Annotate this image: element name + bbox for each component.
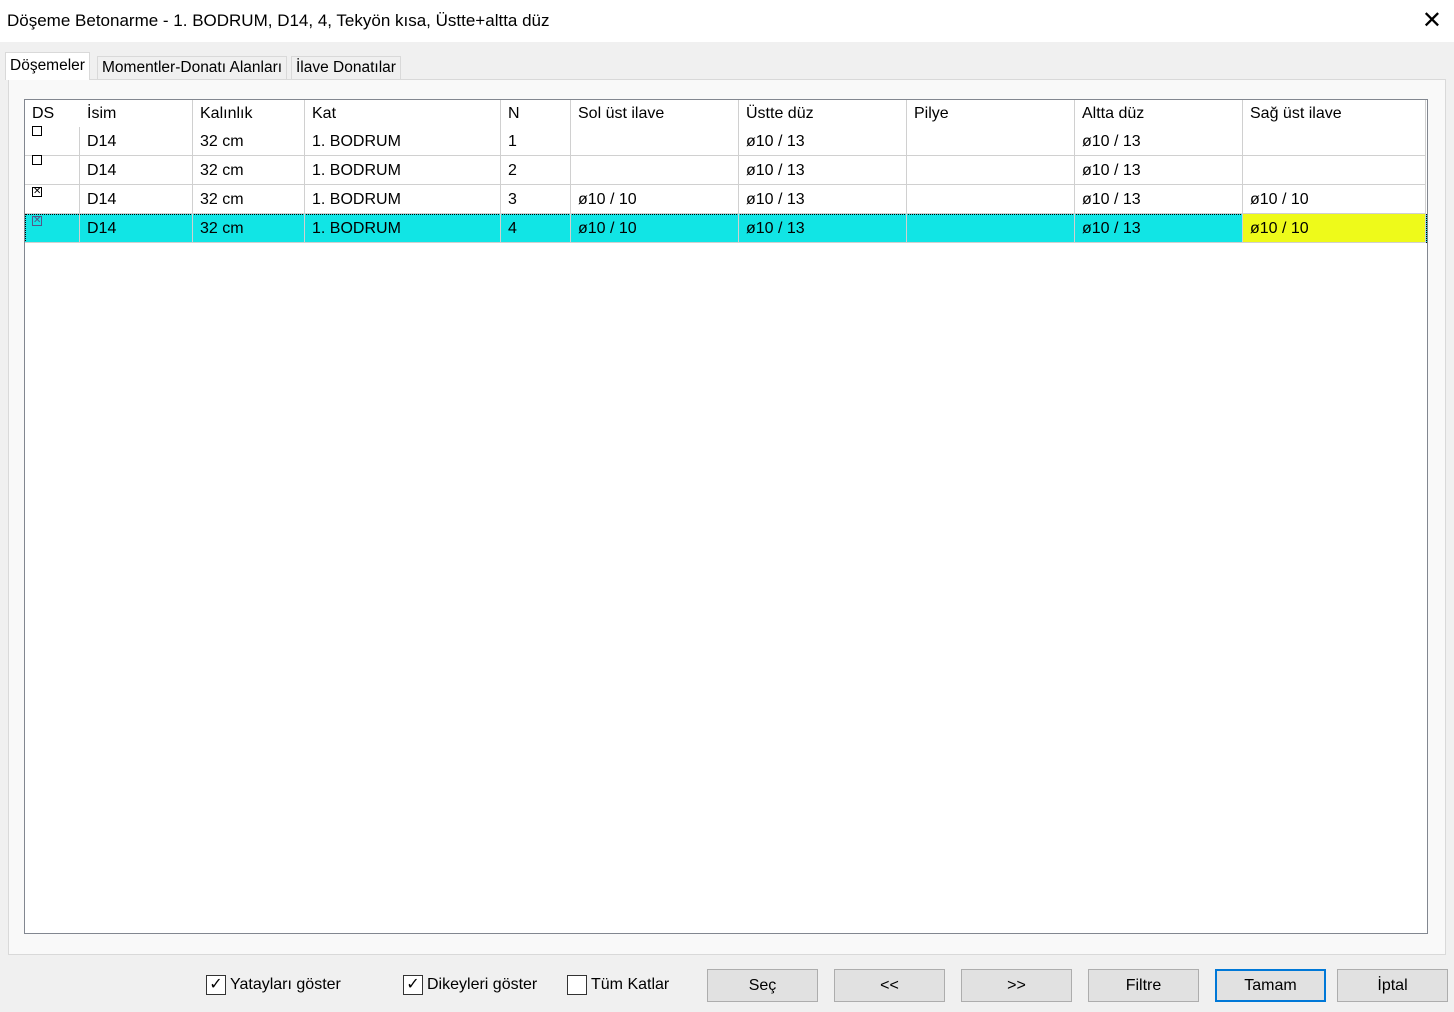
cell-top-straight: ø10 / 13 xyxy=(739,127,907,156)
ds-checkbox[interactable]: ✕ xyxy=(32,187,42,197)
cell-n: 3 xyxy=(501,185,571,214)
slab-grid[interactable]: DS İsim Kalınlık Kat N Sol üst ilave Üstte düz… xyxy=(24,99,1428,934)
table-row[interactable]: ✕ D14 32 cm 1. BODRUM 3 ø10 / 10 ø10 / 13 ø10 /… xyxy=(25,185,1427,214)
cell-name: D14 xyxy=(80,185,193,214)
cell-top-straight: ø10 / 13 xyxy=(739,214,907,243)
cell-top-straight: ø10 / 13 xyxy=(739,185,907,214)
column-header-right-top-extra: Sağ üst ilave xyxy=(1243,100,1426,127)
cell-right-top-extra xyxy=(1243,156,1426,185)
cell-bent-bar xyxy=(907,127,1075,156)
ds-checkbox[interactable] xyxy=(32,155,42,165)
cell-floor: 1. BODRUM xyxy=(305,185,501,214)
cell-name: D14 xyxy=(80,156,193,185)
checkbox-dikeyleri-goster[interactable]: ✓ Dikeyleri göster xyxy=(403,975,537,995)
cell-thickness: 32 cm xyxy=(193,127,305,156)
column-header-thickness: Kalınlık xyxy=(193,100,305,127)
column-header-ds: DS xyxy=(32,105,55,122)
tab-ilave-donatilar[interactable]: İlave Donatılar xyxy=(291,56,401,80)
cell-bent-bar xyxy=(907,214,1075,243)
cell-name: D14 xyxy=(80,127,193,156)
cell-right-top-extra: ø10 / 10 xyxy=(1243,185,1426,214)
column-header-n: N xyxy=(501,100,571,127)
cell-floor: 1. BODRUM xyxy=(305,214,501,243)
column-header-top-straight: Üstte düz xyxy=(739,100,907,127)
cell-ds: ✕ xyxy=(25,185,80,214)
cell-n: 4 xyxy=(501,214,571,243)
cell-bent-bar xyxy=(907,156,1075,185)
title-bar: Döşeme Betonarme - 1. BODRUM, D14, 4, Te… xyxy=(0,0,1454,42)
cell-floor: 1. BODRUM xyxy=(305,156,501,185)
sec-button[interactable]: Seç xyxy=(707,969,818,1002)
table-row[interactable]: ✕ D14 32 cm 1. BODRUM 4 ø10 / 10 ø10 / 13 ø10 /… xyxy=(25,214,1427,243)
cell-bottom-straight: ø10 / 13 xyxy=(1075,185,1243,214)
column-header-bottom-straight: Altta düz xyxy=(1075,100,1243,127)
cell-ds: ✕ xyxy=(25,214,80,243)
column-header-left-top-extra: Sol üst ilave xyxy=(571,100,739,127)
cell-thickness: 32 cm xyxy=(193,185,305,214)
cell-left-top-extra xyxy=(571,156,739,185)
cell-left-top-extra xyxy=(571,127,739,156)
cell-ds xyxy=(25,155,80,185)
cell-top-straight: ø10 / 13 xyxy=(739,156,907,185)
cell-n: 1 xyxy=(501,127,571,156)
tab-momentler[interactable]: Momentler-Donatı Alanları xyxy=(97,56,288,80)
table-row[interactable]: D14 32 cm 1. BODRUM 2 ø10 / 13 ø10 / 13 xyxy=(25,155,1427,185)
cell-thickness: 32 cm xyxy=(193,156,305,185)
column-header-floor: Kat xyxy=(305,100,501,127)
checkbox-tum-katlar[interactable]: Tüm Katlar xyxy=(567,975,669,995)
header-row: DS İsim Kalınlık Kat N Sol üst ilave Üstte düz… xyxy=(25,100,1427,127)
window-title: Döşeme Betonarme - 1. BODRUM, D14, 4, Te… xyxy=(7,11,550,30)
cell-thickness: 32 cm xyxy=(193,214,305,243)
next-button[interactable]: >> xyxy=(961,969,1072,1002)
cell-left-top-extra: ø10 / 10 xyxy=(571,214,739,243)
cell-left-top-extra: ø10 / 10 xyxy=(571,185,739,214)
cancel-button[interactable]: İptal xyxy=(1337,969,1448,1002)
cell-right-top-extra: ø10 / 10 xyxy=(1243,214,1426,243)
column-header-name: İsim xyxy=(80,100,193,127)
ok-button[interactable]: Tamam xyxy=(1215,969,1326,1002)
checkbox-yataylari-goster[interactable]: ✓ Yatayları göster xyxy=(206,975,341,995)
cell-name: D14 xyxy=(80,214,193,243)
cell-bent-bar xyxy=(907,185,1075,214)
ds-checkbox[interactable] xyxy=(32,126,42,136)
cell-bottom-straight: ø10 / 13 xyxy=(1075,214,1243,243)
previous-button[interactable]: << xyxy=(834,969,945,1002)
filter-button[interactable]: Filtre xyxy=(1088,969,1199,1002)
cell-floor: 1. BODRUM xyxy=(305,127,501,156)
ds-checkbox[interactable]: ✕ xyxy=(32,216,42,226)
table-row[interactable]: D14 32 cm 1. BODRUM 1 ø10 / 13 ø10 / 13 xyxy=(25,126,1427,156)
cell-right-top-extra xyxy=(1243,127,1426,156)
column-header-bent-bar: Pilye xyxy=(907,100,1075,127)
cell-ds xyxy=(25,126,80,156)
close-icon[interactable]: ✕ xyxy=(1422,6,1442,35)
cell-bottom-straight: ø10 / 13 xyxy=(1075,156,1243,185)
cell-bottom-straight: ø10 / 13 xyxy=(1075,127,1243,156)
tab-dosemeler[interactable]: Döşemeler xyxy=(5,52,90,80)
cell-n: 2 xyxy=(501,156,571,185)
